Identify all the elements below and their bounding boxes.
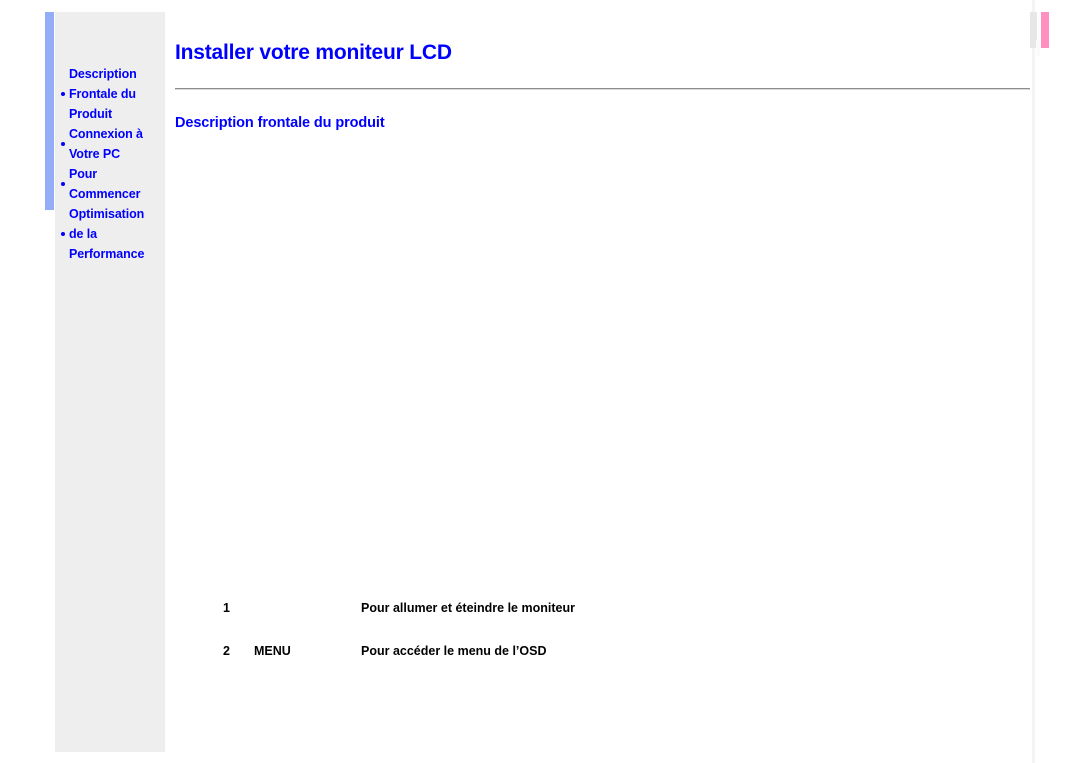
sidebar-accent-bar	[45, 12, 54, 210]
table-row: 1 Pour allumer et éteindre le moniteur	[223, 601, 821, 644]
sidebar-item-description-frontale-du-produit[interactable]: Description Frontale du Produit	[55, 64, 165, 124]
edge-marker-pink-stripe	[1041, 12, 1049, 48]
sidebar-nav: Description Frontale du Produit Connexio…	[55, 12, 165, 264]
table-row: 2 MENU Pour accéder le menu de l’OSD	[223, 644, 821, 687]
sidebar-item-optimisation-de-la-performance[interactable]: Optimisation de la Performance	[55, 204, 165, 264]
legend-control: MENU	[254, 644, 291, 658]
bullet-icon	[61, 142, 65, 146]
control-legend-table: 1 Pour allumer et éteindre le moniteur 2…	[223, 601, 821, 687]
product-front-view-image	[175, 131, 995, 601]
sidebar-item-pour-commencer[interactable]: Pour Commencer	[55, 164, 165, 204]
sidebar-item-label[interactable]: Optimisation de la Performance	[69, 204, 161, 264]
bullet-icon	[61, 92, 65, 96]
legend-index: 2	[223, 644, 230, 658]
bullet-icon	[61, 182, 65, 186]
page-title: Installer votre moniteur LCD	[175, 41, 452, 64]
section-heading: Description frontale du produit	[175, 115, 385, 131]
sidebar-item-label[interactable]: Description Frontale du Produit	[69, 64, 161, 124]
sidebar-item-label[interactable]: Connexion à Votre PC	[69, 124, 161, 164]
legend-index: 1	[223, 601, 230, 615]
page-root: Description Frontale du Produit Connexio…	[0, 0, 1080, 763]
legend-description: Pour accéder le menu de l’OSD	[361, 644, 547, 658]
edge-marker-tail	[1036, 40, 1040, 56]
legend-description: Pour allumer et éteindre le moniteur	[361, 601, 575, 615]
sidebar: Description Frontale du Produit Connexio…	[55, 12, 165, 752]
edge-marker[interactable]	[1030, 12, 1050, 48]
main-content: Installer votre moniteur LCD Description…	[175, 0, 1033, 763]
sidebar-item-connexion-a-votre-pc[interactable]: Connexion à Votre PC	[55, 124, 165, 164]
sidebar-item-label[interactable]: Pour Commencer	[69, 164, 161, 204]
legend-control	[254, 601, 361, 644]
bullet-icon	[61, 232, 65, 236]
